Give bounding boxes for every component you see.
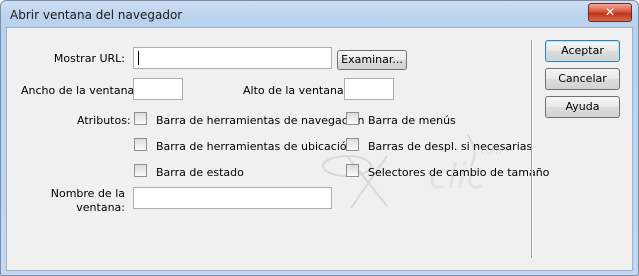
url-input[interactable] bbox=[133, 47, 332, 69]
window-title: Abrir ventana del navegador bbox=[10, 8, 183, 22]
menu-bar-label[interactable]: Barra de menús bbox=[368, 114, 456, 127]
close-button[interactable]: ✕ bbox=[588, 3, 632, 22]
menu-bar-checkbox[interactable] bbox=[346, 112, 359, 125]
window-name-label-line1: Nombre de la bbox=[50, 187, 125, 200]
window-name-label-line2: ventana: bbox=[76, 201, 125, 214]
browse-button[interactable]: Examinar... bbox=[337, 50, 407, 70]
status-bar-label[interactable]: Barra de estado bbox=[156, 166, 244, 179]
window-name-label: Nombre de la ventana: bbox=[43, 187, 125, 215]
navigation-toolbar-label[interactable]: Barra de herramientas de navegación bbox=[156, 114, 365, 127]
location-toolbar-checkbox[interactable] bbox=[134, 138, 147, 151]
height-label: Alto de la ventana: bbox=[243, 84, 348, 97]
scrollbars-label[interactable]: Barras de despl. si necesarias bbox=[368, 140, 532, 153]
height-input[interactable] bbox=[344, 78, 394, 100]
cancel-button[interactable]: Cancelar bbox=[545, 68, 620, 90]
help-button[interactable]: Ayuda bbox=[545, 96, 620, 118]
attributes-label: Atributos: bbox=[77, 114, 131, 127]
scrollbars-checkbox[interactable] bbox=[346, 138, 359, 151]
dialog-body: clic .com Mostrar URL: Examinar... Ancho… bbox=[6, 27, 633, 271]
button-divider bbox=[531, 40, 532, 258]
url-label: Mostrar URL: bbox=[53, 52, 125, 65]
close-icon: ✕ bbox=[604, 5, 616, 19]
status-bar-checkbox[interactable] bbox=[134, 164, 147, 177]
width-label: Ancho de la ventana: bbox=[21, 84, 139, 97]
text-caret bbox=[138, 51, 139, 65]
navigation-toolbar-checkbox[interactable] bbox=[134, 112, 147, 125]
ok-button[interactable]: Aceptar bbox=[545, 40, 620, 62]
location-toolbar-label[interactable]: Barra de herramientas de ubicación bbox=[156, 140, 354, 153]
width-input[interactable] bbox=[133, 78, 183, 100]
window-name-input[interactable] bbox=[133, 187, 332, 209]
title-bar[interactable]: Abrir ventana del navegador ✕ bbox=[1, 1, 638, 28]
resize-handles-checkbox[interactable] bbox=[346, 164, 359, 177]
resize-handles-label[interactable]: Selectores de cambio de tamaño bbox=[368, 166, 549, 179]
